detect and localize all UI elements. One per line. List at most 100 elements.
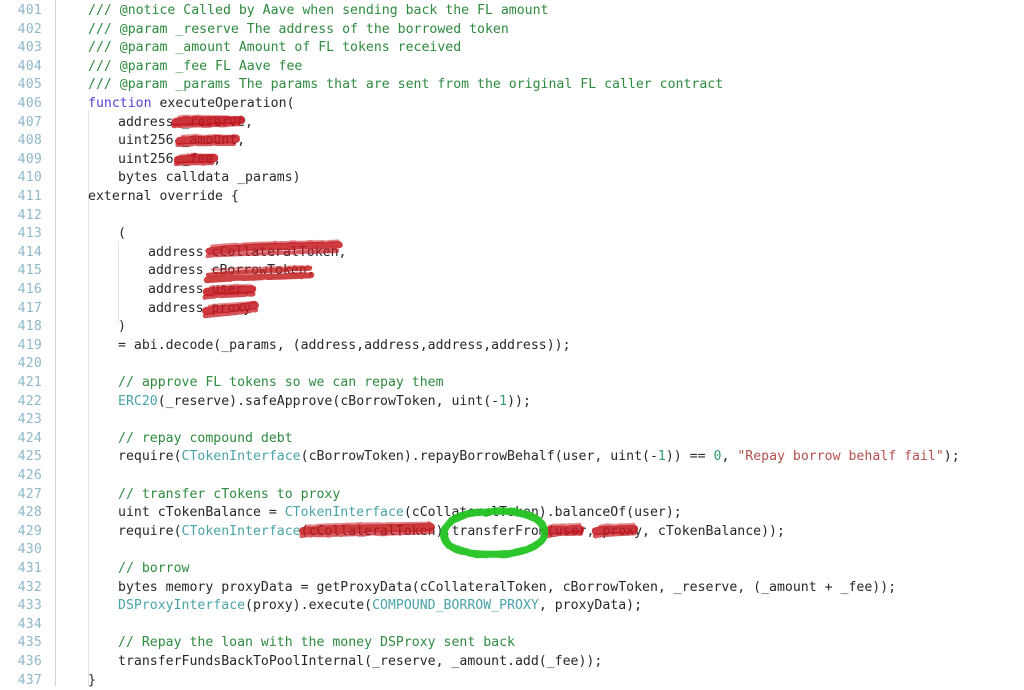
line-number: 426	[17, 468, 42, 483]
line-number: 415	[17, 263, 42, 279]
line-number: 431	[17, 561, 42, 576]
token-comment: // borrow	[118, 561, 190, 576]
line-number: 434	[17, 616, 42, 632]
line-number: 432	[17, 579, 42, 595]
code-line-text: // approve FL tokens so we can repay the…	[118, 374, 444, 393]
token-plain: address cCollateralToken,	[148, 244, 347, 260]
code-line: 419 = abi.decode(_params, (address,addres…	[0, 337, 1024, 356]
code-line: 406 function executeOperation(	[0, 95, 1024, 114]
code-line-text: bytes calldata _params)	[118, 169, 301, 188]
token-plain: address user,	[148, 282, 252, 297]
token-number: 1	[657, 449, 666, 465]
code-line-text: require(CTokenInterface(cBorrowToken).re…	[118, 448, 960, 467]
line-number: 437	[17, 672, 42, 688]
token-plain: uint256 _fee,	[118, 151, 222, 167]
code-line-text: // borrow	[118, 560, 189, 579]
code-line-text: external override {	[88, 188, 239, 207]
code-line-text: transferFundsBackToPoolInternal(_reserve…	[118, 653, 602, 672]
code-line: 435 // Repay the loan with the money DSPr…	[0, 634, 1024, 653]
line-number: 421	[17, 375, 42, 390]
line-number: 424	[17, 430, 42, 446]
code-line-text: (	[118, 225, 126, 244]
line-number: 402	[17, 21, 42, 37]
token-plain: (	[118, 226, 126, 242]
code-line: 433 DSProxyInterface(proxy).execute(COMPO…	[0, 597, 1024, 616]
line-number: 412	[17, 207, 42, 223]
code-line: 413 (	[0, 225, 1024, 244]
code-line: 432 bytes memory proxyData = getProxyData…	[0, 579, 1024, 598]
code-line-text: = abi.decode(_params, (address,address,a…	[118, 337, 571, 356]
code-line: 426	[0, 467, 1024, 486]
token-comment: // Repay the loan with the money DSProxy…	[118, 635, 515, 651]
token-plain: }	[88, 672, 96, 688]
line-number: 414	[17, 244, 42, 260]
code-line-text: address cBorrowToken,	[148, 262, 315, 281]
code-line-text: )	[118, 318, 126, 337]
code-viewer: 401 /// @notice Called by Aave when sendi…	[0, 0, 1024, 688]
token-keyword: function	[88, 96, 152, 111]
token-comment: /// @param _reserve The address of the b…	[88, 21, 509, 37]
code-line-text: uint256 _amount,	[118, 132, 245, 151]
line-number: 407	[17, 114, 42, 130]
code-line: 414 address cCollateralToken,	[0, 244, 1024, 263]
token-type: COMPOUND_BORROW_PROXY	[372, 598, 539, 614]
code-line-text: // repay compound debt	[118, 430, 293, 449]
token-plain: );	[943, 449, 960, 465]
token-type: CTokenInterface	[181, 449, 301, 465]
token-plain: (cBorrowToken).repayBorrowBehalf(user, u…	[300, 449, 658, 465]
line-number: 427	[17, 486, 42, 502]
token-plain: uint cTokenBalance =	[118, 505, 285, 521]
line-number: 409	[17, 151, 42, 167]
code-line-text: address cCollateralToken,	[148, 244, 347, 263]
code-line-text: /// @param _amount Amount of FL tokens r…	[88, 39, 461, 58]
line-number: 425	[17, 449, 42, 465]
line-number: 436	[17, 654, 42, 669]
code-line-text: /// @param _reserve The address of the b…	[88, 21, 509, 40]
line-number: 418	[17, 319, 42, 335]
code-line: 409 uint256 _fee,	[0, 151, 1024, 170]
token-plain: address proxy	[148, 300, 252, 316]
line-number: 401	[17, 3, 42, 18]
code-line: 408 uint256 _amount,	[0, 132, 1024, 151]
token-plain: = abi.decode(_params, (address,address,a…	[118, 337, 571, 353]
code-line: 420	[0, 355, 1024, 374]
token-plain: , proxyData);	[538, 598, 643, 614]
code-line-text: }	[88, 672, 96, 690]
token-plain: transferFundsBackToPoolInternal(_reserve…	[118, 654, 603, 669]
code-line: 412	[0, 207, 1024, 226]
token-comment: // repay compound debt	[118, 430, 293, 446]
line-number: 411	[17, 189, 42, 204]
code-line: 405 /// @param _params The params that ar…	[0, 76, 1024, 95]
line-number: 423	[17, 412, 42, 428]
code-line: 415 address cBorrowToken,	[0, 262, 1024, 281]
code-line: 429 require(CTokenInterface(cCollateralTo…	[0, 523, 1024, 542]
code-line-text: /// @notice Called by Aave when sending …	[88, 2, 549, 21]
token-comment: /// @notice Called by Aave when sending …	[88, 3, 549, 18]
code-line-text: /// @param _fee FL Aave fee	[88, 58, 302, 77]
code-line: 407 address _reserve,	[0, 114, 1024, 133]
token-plain: uint256 _amount,	[118, 133, 246, 149]
line-number: 410	[17, 170, 42, 186]
code-line-text: require(CTokenInterface(cCollateralToken…	[118, 523, 785, 542]
code-line: 427 // transfer cTokens to proxy	[0, 486, 1024, 505]
token-plain: bytes calldata _params)	[118, 170, 301, 186]
line-number: 404	[17, 58, 42, 74]
token-plain: external override {	[88, 189, 239, 204]
code-line-text: address _reserve,	[118, 114, 253, 133]
code-line: 417 address proxy	[0, 300, 1024, 319]
token-plain: (proxy).execute(	[245, 598, 373, 614]
code-line: 436 transferFundsBackToPoolInternal(_rese…	[0, 653, 1024, 672]
line-number: 429	[17, 523, 42, 539]
token-plain: executeOperation(	[151, 96, 295, 111]
line-number: 419	[17, 337, 42, 353]
code-line-text: bytes memory proxyData = getProxyData(cC…	[118, 579, 896, 598]
token-string: "Repay borrow behalf fail"	[737, 449, 944, 465]
code-line: 430	[0, 541, 1024, 560]
token-plain: (cCollateralToken).transferFrom(user, pr…	[300, 523, 785, 539]
code-line: 404 /// @param _fee FL Aave fee	[0, 58, 1024, 77]
token-comment: // transfer cTokens to proxy	[118, 486, 341, 502]
token-plain: (_reserve).safeApprove(cBorrowToken, uin…	[157, 393, 500, 409]
code-line: 437}	[0, 672, 1024, 690]
code-line-text: address proxy	[148, 300, 251, 319]
line-number: 435	[17, 635, 42, 651]
